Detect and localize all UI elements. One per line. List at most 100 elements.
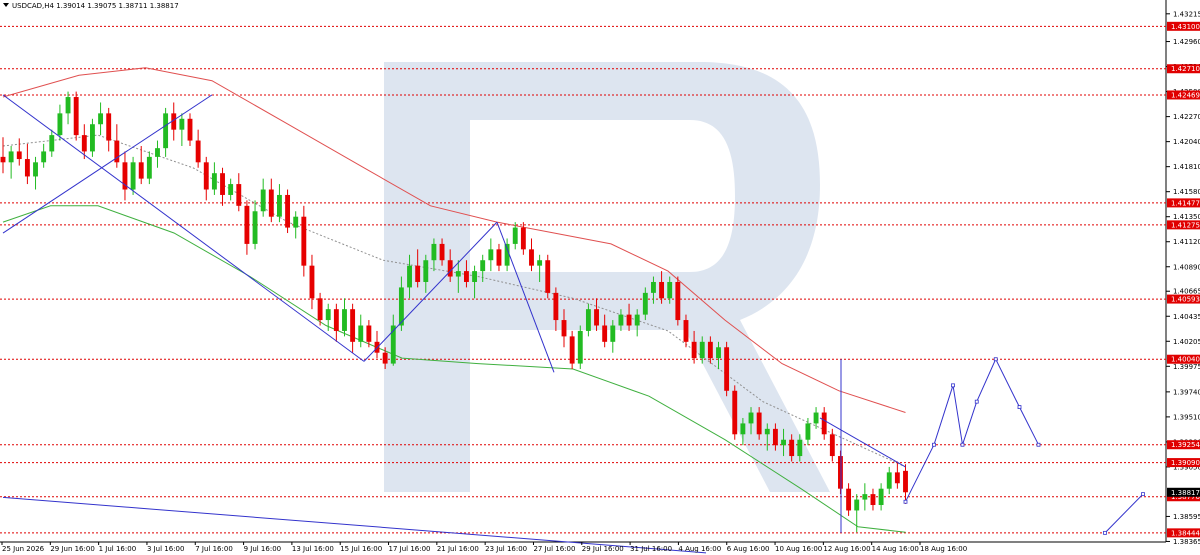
candle-body[interactable] — [659, 281, 665, 299]
candle-body[interactable] — [236, 184, 242, 206]
candle-body[interactable] — [146, 156, 152, 179]
candle-body[interactable] — [16, 151, 22, 160]
candle-body[interactable] — [520, 227, 526, 250]
candle-body[interactable] — [634, 314, 640, 326]
candle-body[interactable] — [561, 320, 567, 337]
candle-body[interactable] — [138, 162, 144, 179]
candle-body[interactable] — [301, 216, 307, 266]
candle-body[interactable] — [585, 309, 591, 331]
candle-body[interactable] — [252, 211, 258, 244]
candle-body[interactable] — [268, 189, 274, 217]
candle-body[interactable] — [228, 184, 234, 195]
candle-body[interactable] — [683, 320, 689, 342]
candle-body[interactable] — [89, 124, 95, 152]
candle-body[interactable] — [358, 325, 364, 342]
candle-body[interactable] — [187, 118, 193, 141]
candle-body[interactable] — [797, 439, 803, 457]
candle-body[interactable] — [415, 265, 421, 282]
candle-body[interactable] — [813, 412, 819, 424]
candle-body[interactable] — [366, 325, 372, 342]
price-chart[interactable]: 1.432151.429601.427301.425001.422701.420… — [0, 0, 1200, 555]
candle-body[interactable] — [602, 325, 608, 342]
candle-body[interactable] — [626, 314, 632, 326]
candle-body[interactable] — [870, 494, 876, 506]
candle-body[interactable] — [894, 472, 900, 484]
candle-body[interactable] — [529, 249, 534, 266]
candle-body[interactable] — [756, 412, 762, 435]
candle-body[interactable] — [748, 412, 754, 424]
candle-body[interactable] — [610, 325, 616, 342]
candle-body[interactable] — [439, 243, 445, 261]
candle-body[interactable] — [504, 243, 510, 266]
candle-body[interactable] — [691, 341, 697, 359]
candle-body[interactable] — [838, 456, 843, 489]
candle-body[interactable] — [130, 162, 136, 190]
candle-body[interactable] — [545, 260, 551, 293]
candle-body[interactable] — [805, 423, 811, 440]
candle-body[interactable] — [179, 118, 185, 130]
candle-body[interactable] — [203, 162, 209, 190]
candle-body[interactable] — [317, 298, 323, 321]
candle-body[interactable] — [33, 162, 38, 177]
candle-body[interactable] — [407, 265, 412, 288]
candle-body[interactable] — [577, 330, 583, 364]
candle-body[interactable] — [772, 428, 778, 446]
candle-body[interactable] — [512, 227, 518, 244]
candle-body[interactable] — [211, 173, 217, 190]
candle-body[interactable] — [553, 292, 559, 321]
candle-body[interactable] — [285, 194, 291, 228]
candle-body[interactable] — [472, 271, 478, 282]
candle-body[interactable] — [699, 341, 705, 359]
candle-body[interactable] — [716, 347, 721, 359]
candle-body[interactable] — [342, 309, 347, 331]
candle-body[interactable] — [618, 314, 624, 326]
candle-body[interactable] — [764, 428, 770, 435]
candle-body[interactable] — [846, 488, 852, 511]
candle-body[interactable] — [0, 156, 6, 163]
candle-body[interactable] — [98, 113, 104, 125]
candle-body[interactable] — [73, 97, 79, 136]
candle-body[interactable] — [220, 173, 225, 195]
candle-body[interactable] — [537, 260, 543, 266]
candle-body[interactable] — [260, 189, 266, 212]
candle-body[interactable] — [651, 281, 656, 293]
candle-body[interactable] — [163, 113, 169, 149]
candle-body[interactable] — [740, 423, 746, 435]
candle-body[interactable] — [480, 260, 486, 272]
candle-body[interactable] — [195, 140, 201, 163]
candle-body[interactable] — [903, 470, 908, 493]
candle-body[interactable] — [707, 341, 713, 359]
candle-body[interactable] — [41, 151, 47, 163]
candle-body[interactable] — [277, 194, 282, 217]
candle-body[interactable] — [350, 309, 356, 342]
candle-body[interactable] — [309, 265, 315, 299]
candle-body[interactable] — [333, 309, 339, 331]
candle-body[interactable] — [878, 488, 884, 506]
candle-body[interactable] — [667, 281, 673, 299]
candle-body[interactable] — [81, 135, 87, 152]
candle-body[interactable] — [382, 352, 388, 364]
candle-body[interactable] — [24, 159, 30, 177]
candle-body[interactable] — [244, 205, 250, 244]
candle-body[interactable] — [431, 243, 437, 261]
candle-body[interactable] — [675, 281, 681, 321]
candle-body[interactable] — [8, 151, 14, 163]
candle-body[interactable] — [594, 309, 599, 326]
candle-body[interactable] — [862, 494, 868, 500]
candle-body[interactable] — [854, 499, 860, 511]
candle-body[interactable] — [829, 434, 835, 457]
candle-body[interactable] — [886, 472, 892, 489]
candle-body[interactable] — [49, 135, 55, 152]
candle-body[interactable] — [732, 390, 738, 435]
candle-body[interactable] — [65, 97, 71, 114]
candle-body[interactable] — [325, 309, 331, 321]
candle-body[interactable] — [293, 216, 299, 228]
candle-body[interactable] — [423, 260, 429, 282]
candle-body[interactable] — [789, 439, 795, 457]
candle-body[interactable] — [455, 271, 461, 277]
candle-body[interactable] — [821, 412, 827, 435]
candle-body[interactable] — [724, 347, 730, 391]
candle-body[interactable] — [155, 148, 160, 157]
candle-body[interactable] — [488, 249, 494, 261]
candle-body[interactable] — [569, 336, 575, 364]
